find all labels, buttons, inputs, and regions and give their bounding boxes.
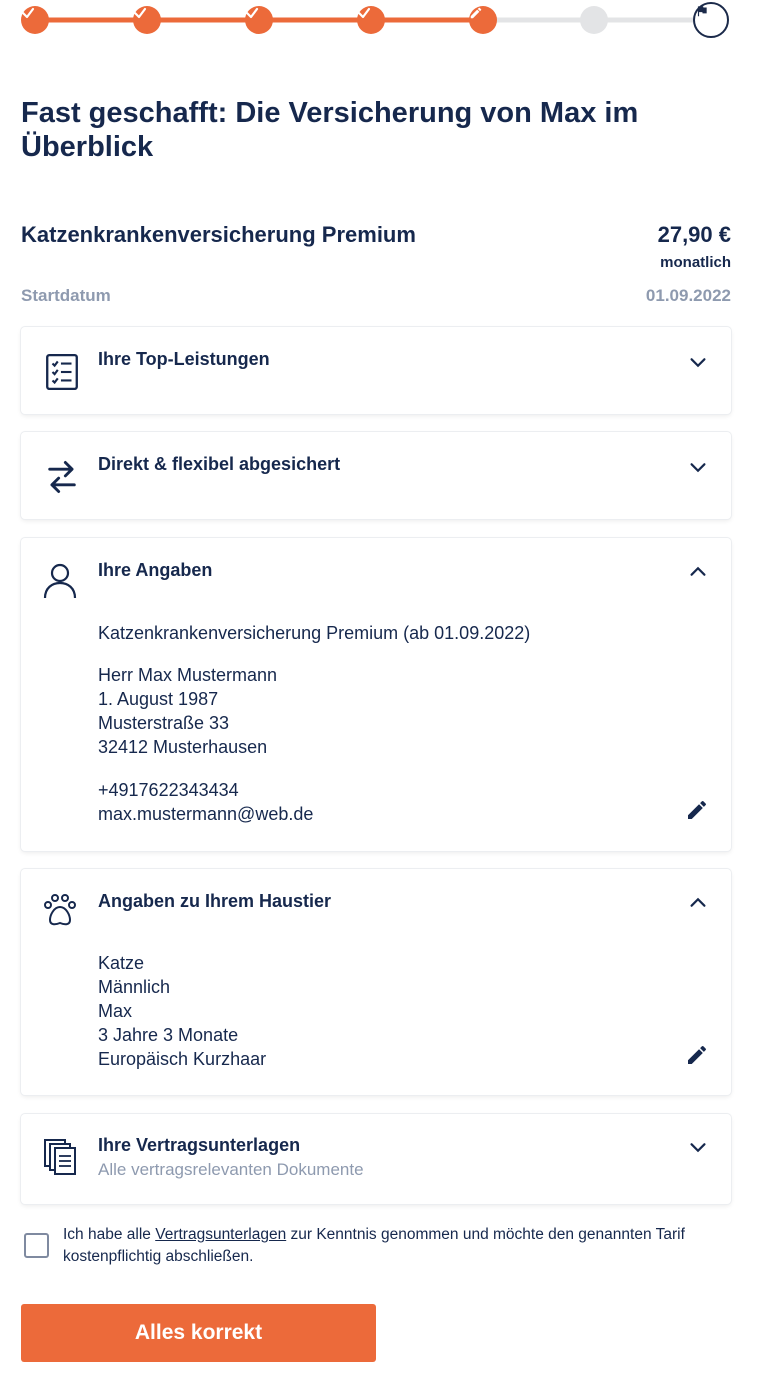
check-icon bbox=[21, 7, 35, 19]
swap-arrows-icon bbox=[48, 461, 76, 493]
card-your-details: Ihre Angaben Katzenkrankenversicherung P… bbox=[21, 538, 731, 851]
card-top-benefits[interactable]: Ihre Top-Leistungen bbox=[21, 327, 731, 414]
pet-name: Max bbox=[98, 1001, 133, 1021]
pencil-icon bbox=[470, 7, 482, 19]
price: 27,90 € bbox=[657, 222, 731, 247]
person-icon bbox=[43, 563, 77, 599]
start-date-row: Startdatum 01.09.2022 bbox=[21, 286, 731, 310]
contract-documents-link[interactable]: Vertragsunterlagen bbox=[155, 1226, 286, 1243]
confirm-button[interactable]: Alles korrekt bbox=[21, 1304, 376, 1362]
step-6-todo bbox=[580, 6, 608, 34]
consent-checkbox[interactable] bbox=[24, 1233, 49, 1258]
customer-street: Musterstraße 33 bbox=[98, 713, 230, 733]
customer-birthdate: 1. August 1987 bbox=[98, 689, 219, 709]
product-line: Katzenkrankenversicherung Premium (ab 01… bbox=[98, 623, 531, 643]
your-details-body: Katzenkrankenversicherung Premium (ab 01… bbox=[98, 621, 530, 826]
chevron-down-icon[interactable] bbox=[687, 457, 709, 479]
edit-pencil-icon[interactable] bbox=[685, 798, 709, 822]
card-subtitle-documents: Alle vertragsrelevanten Dokumente bbox=[98, 1160, 364, 1179]
step-7-final bbox=[693, 2, 729, 38]
step-4-done bbox=[357, 6, 385, 34]
step-2-done bbox=[133, 6, 161, 34]
card-title-your-details: Ihre Angaben bbox=[98, 560, 213, 580]
consent-text-before: Ich habe alle bbox=[63, 1226, 156, 1243]
check-icon bbox=[357, 7, 371, 19]
card-flexible[interactable]: Direkt & flexibel abgesichert bbox=[21, 432, 731, 519]
pet-age: 3 Jahre 3 Monate bbox=[98, 1025, 239, 1045]
card-title-documents: Ihre Vertragsunterlagen bbox=[98, 1135, 301, 1155]
chevron-down-icon[interactable] bbox=[687, 1137, 709, 1159]
chevron-down-icon[interactable] bbox=[687, 352, 709, 374]
customer-name: Herr Max Mustermann bbox=[98, 665, 278, 685]
check-icon bbox=[245, 7, 259, 19]
page-title: Fast geschafft: Die Versicherung von Max… bbox=[21, 97, 639, 163]
pet-breed: Europäisch Kurzhaar bbox=[98, 1049, 267, 1069]
documents-icon bbox=[44, 1139, 76, 1175]
customer-city: 32412 Musterhausen bbox=[98, 737, 268, 757]
customer-phone: +4917622343434 bbox=[98, 780, 239, 800]
pet-species: Katze bbox=[98, 953, 145, 973]
customer-email: max.mustermann@web.de bbox=[98, 804, 314, 824]
card-title-flexible: Direkt & flexibel abgesichert bbox=[98, 454, 341, 474]
step-5-current bbox=[469, 6, 497, 34]
checklist-icon bbox=[46, 353, 78, 391]
card-pet-details: Angaben zu Ihrem Haustier Katze Männlich… bbox=[21, 869, 731, 1095]
check-icon bbox=[133, 7, 147, 19]
card-title-top-benefits: Ihre Top-Leistungen bbox=[98, 349, 270, 369]
chevron-up-icon[interactable] bbox=[687, 891, 709, 913]
edit-pencil-icon[interactable] bbox=[685, 1043, 709, 1067]
chevron-up-icon[interactable] bbox=[687, 560, 709, 582]
start-date-label: Startdatum bbox=[21, 286, 111, 305]
card-documents[interactable]: Ihre Vertragsunterlagen Alle vertragsrel… bbox=[21, 1114, 731, 1204]
start-date-value: 01.09.2022 bbox=[645, 286, 731, 305]
product-name: Katzenkrankenversicherung Premium bbox=[21, 222, 416, 247]
product-summary: Katzenkrankenversicherung Premium 27,90 … bbox=[21, 222, 731, 282]
price-period: monatlich bbox=[660, 254, 731, 271]
flag-icon bbox=[697, 6, 707, 17]
card-title-pet-details: Angaben zu Ihrem Haustier bbox=[98, 891, 332, 911]
consent-text: Ich habe alle Vertragsunterlagen zur Ken… bbox=[63, 1224, 713, 1268]
progress-stepper bbox=[0, 0, 768, 40]
step-1-done bbox=[21, 6, 49, 34]
pet-details-body: Katze Männlich Max 3 Jahre 3 Monate Euro… bbox=[98, 951, 266, 1071]
step-3-done bbox=[245, 6, 273, 34]
pet-sex: Männlich bbox=[98, 977, 171, 997]
paw-icon bbox=[44, 894, 76, 926]
